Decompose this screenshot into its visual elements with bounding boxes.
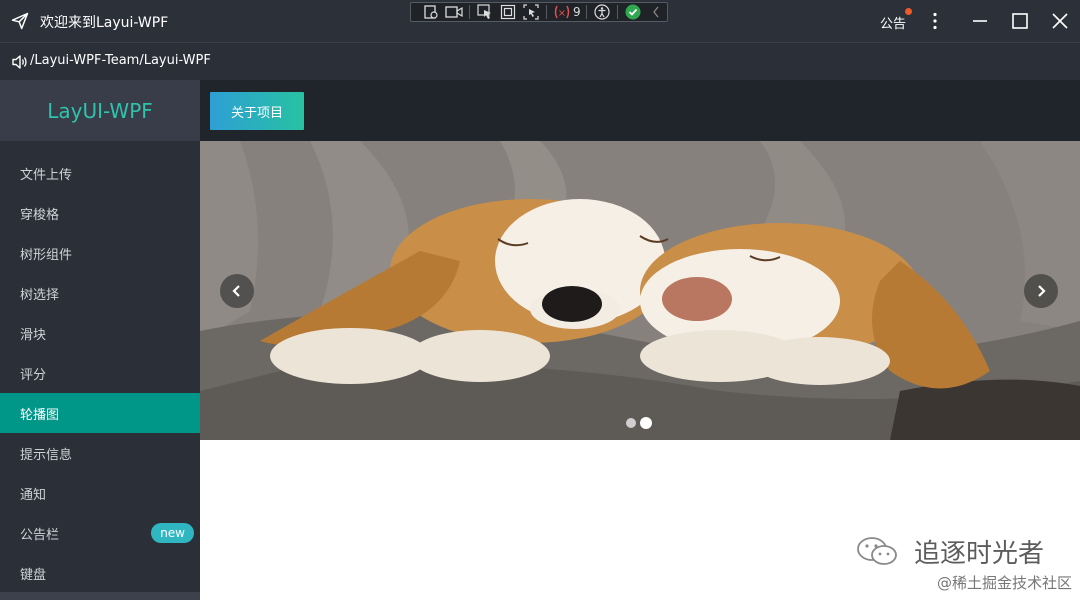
new-badge: new xyxy=(151,523,194,543)
carousel xyxy=(200,141,1080,440)
window-title: 欢迎来到Layui-WPF xyxy=(40,15,169,31)
hot-reload-ok-icon[interactable] xyxy=(623,4,643,20)
sidebar-item-label: 树选择 xyxy=(20,287,60,303)
maximize-icon[interactable] xyxy=(1009,10,1031,32)
carousel-dot-active[interactable] xyxy=(640,417,652,429)
sidebar-item-label: 公告栏 xyxy=(20,527,60,543)
record-icon[interactable] xyxy=(444,4,464,20)
sidebar-item-transfer[interactable]: 穿梭格 xyxy=(0,193,200,233)
binding-failures-icon[interactable]: × xyxy=(552,4,572,20)
carousel-next-button[interactable] xyxy=(1024,274,1058,308)
carousel-prev-button[interactable] xyxy=(220,274,254,308)
sidebar-item-label: 键盘 xyxy=(20,567,47,583)
sidebar-item-keyboard[interactable]: 键盘 xyxy=(0,553,200,593)
sidebar-item-notice-bar[interactable]: 公告栏 new xyxy=(0,513,200,553)
notice-dot xyxy=(905,8,913,15)
display-layout-adorners-icon[interactable] xyxy=(498,4,518,20)
sidebar-item-label: 通知 xyxy=(20,487,47,503)
wechat-icon xyxy=(857,537,897,565)
sidebar-item-label: 穿梭格 xyxy=(20,207,60,223)
track-focus-icon[interactable] xyxy=(521,4,541,20)
carousel-slide-image xyxy=(200,141,1080,440)
path-bar: /Layui-WPF-Team/Layui-WPF xyxy=(0,42,1080,80)
carousel-indicators xyxy=(626,417,652,429)
sidebar-item-slider[interactable]: 滑块 xyxy=(0,313,200,353)
svg-text:×: × xyxy=(558,8,566,19)
sidebar-item-message[interactable]: 提示信息 xyxy=(0,433,200,473)
live-visual-tree-icon[interactable] xyxy=(421,4,441,20)
accessibility-icon[interactable] xyxy=(592,4,612,20)
sidebar-item-carousel[interactable]: 轮播图 xyxy=(0,393,200,433)
sidebar-item-file-upload[interactable]: 文件上传 xyxy=(0,153,200,193)
title-bar: 欢迎来到Layui-WPF × 9 公告 xyxy=(0,0,1080,42)
sidebar-logo: LayUI-WPF xyxy=(0,80,200,141)
sidebar-item-label: 评分 xyxy=(20,367,47,383)
toolbar-separator xyxy=(585,5,587,19)
toolbar-separator xyxy=(616,5,618,19)
sidebar-item-label: 树形组件 xyxy=(20,247,73,263)
sidebar-item-tree[interactable]: 树形组件 xyxy=(0,233,200,273)
collapse-icon[interactable] xyxy=(646,4,666,20)
watermark-author: 追逐时光者 xyxy=(913,539,1044,569)
minimize-icon[interactable] xyxy=(969,10,991,32)
close-icon[interactable] xyxy=(1049,10,1071,32)
notice-button[interactable]: 公告 xyxy=(880,8,913,32)
paper-plane-icon xyxy=(11,12,29,30)
speaker-icon xyxy=(12,55,27,69)
select-element-icon[interactable] xyxy=(475,4,495,20)
sidebar-item-label: 滑块 xyxy=(20,327,47,343)
sidebar-item-rate[interactable]: 评分 xyxy=(0,353,200,393)
sidebar-item-label: 提示信息 xyxy=(20,447,73,463)
toolbar-separator xyxy=(469,5,470,19)
chevron-left-icon xyxy=(232,285,240,297)
more-icon[interactable] xyxy=(924,10,946,32)
sidebar: LayUI-WPF 文件上传 穿梭格 树形组件 树选择 滑块 评分 轮播图 提示… xyxy=(0,80,200,600)
xaml-debug-toolbar: × 9 xyxy=(410,2,668,22)
about-project-button[interactable]: 关于项目 xyxy=(210,92,304,130)
binding-error-count: 9 xyxy=(573,5,581,19)
watermark-source: @稀土掘金技术社区 xyxy=(936,574,1072,592)
chevron-right-icon xyxy=(1038,285,1046,297)
sidebar-item-label: 文件上传 xyxy=(20,167,73,183)
sidebar-item-label: 轮播图 xyxy=(20,407,60,423)
sidebar-item-tree-select[interactable]: 树选择 xyxy=(0,273,200,313)
sidebar-scrollbar[interactable] xyxy=(0,592,200,600)
sidebar-item-notification[interactable]: 通知 xyxy=(0,473,200,513)
content-toolbar: 关于项目 xyxy=(200,80,1080,141)
carousel-dot[interactable] xyxy=(626,418,636,428)
notice-label: 公告 xyxy=(880,17,907,32)
repo-path[interactable]: /Layui-WPF-Team/Layui-WPF xyxy=(30,53,211,68)
toolbar-separator xyxy=(546,5,547,19)
